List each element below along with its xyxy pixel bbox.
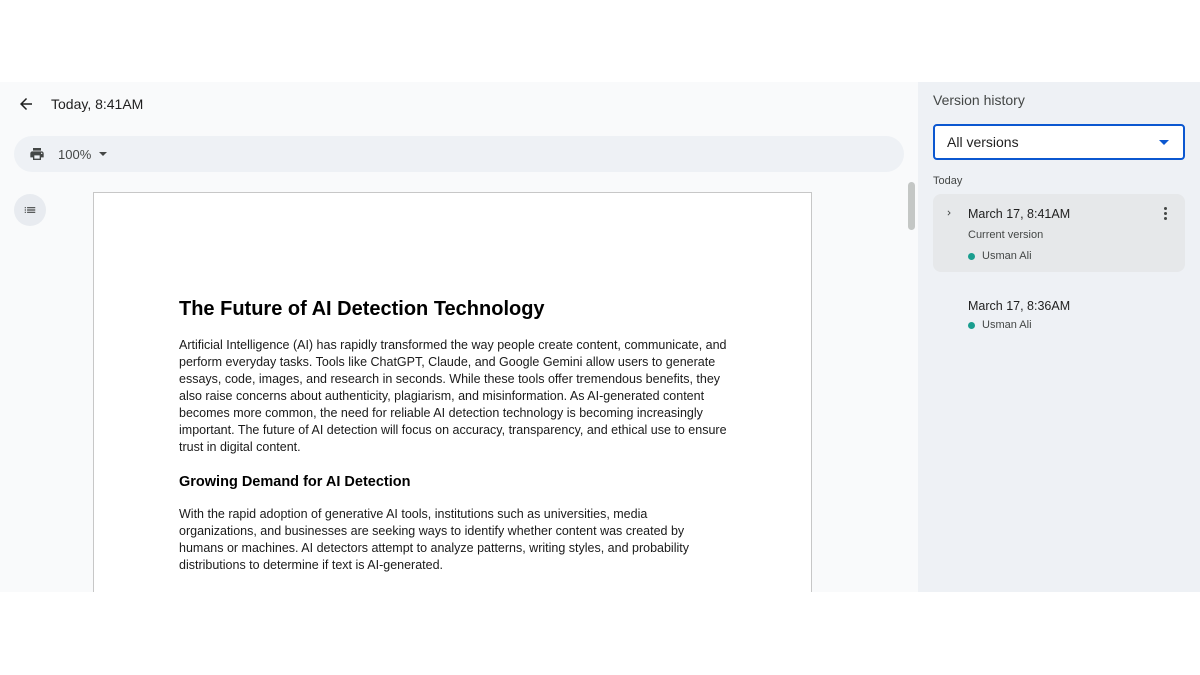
versions-filter-dropdown[interactable]: All versions [933, 124, 1185, 160]
print-button[interactable] [28, 145, 46, 163]
document-title: The Future of AI Detection Technology [179, 298, 545, 320]
version-author: Usman Ali [968, 250, 1032, 262]
chevron-right-icon [947, 210, 951, 216]
scrollbar-thumb[interactable] [908, 182, 915, 230]
version-time: March 17, 8:41AM [968, 207, 1071, 221]
document-paragraph: With the rapid adoption of generative AI… [179, 507, 689, 572]
more-vert-icon [1163, 206, 1167, 210]
version-title: Today, 8:41AM [51, 96, 144, 112]
author-color-dot [968, 252, 975, 260]
more-options-button[interactable] [1157, 205, 1173, 221]
printer-icon [30, 148, 44, 160]
version-author: Usman Ali [968, 319, 1032, 331]
version-item[interactable]: March 17, 8:36AM Usman Ali [933, 286, 1185, 336]
list-icon [24, 207, 36, 213]
author-name: Usman Ali [982, 250, 1032, 262]
version-history-window: Today, 8:41AM 100% The Future of AI Dete… [0, 82, 1200, 592]
document-preview-area: Today, 8:41AM 100% The Future of AI Dete… [0, 82, 918, 592]
version-history-panel: Version history All versions Today March… [918, 82, 1200, 592]
header-bar: Today, 8:41AM [14, 92, 143, 116]
zoom-dropdown[interactable]: 100% [58, 146, 108, 162]
document-body: The Future of AI Detection Technology Ar… [179, 297, 727, 574]
caret-down-icon [99, 152, 108, 156]
document-page: The Future of AI Detection Technology Ar… [93, 192, 812, 592]
caret-down-icon [1159, 140, 1169, 145]
toolbar: 100% [14, 136, 904, 172]
document-heading: Growing Demand for AI Detection [179, 474, 411, 490]
author-color-dot [968, 321, 975, 329]
version-group-label: Today [933, 175, 963, 187]
version-time: March 17, 8:36AM [968, 299, 1071, 313]
arrow-left-icon [20, 98, 32, 110]
document-outline-button[interactable] [14, 194, 46, 226]
author-name: Usman Ali [982, 319, 1032, 331]
version-item-current[interactable]: March 17, 8:41AM Current version Usman A… [933, 194, 1185, 272]
version-note: Current version [968, 229, 1044, 241]
expand-chevron-button[interactable] [943, 207, 955, 219]
back-button[interactable] [14, 92, 38, 116]
panel-title: Version history [933, 92, 1025, 108]
versions-filter-value: All versions [947, 134, 1019, 150]
zoom-value: 100% [58, 146, 92, 162]
document-paragraph: Artificial Intelligence (AI) has rapidly… [179, 338, 727, 454]
